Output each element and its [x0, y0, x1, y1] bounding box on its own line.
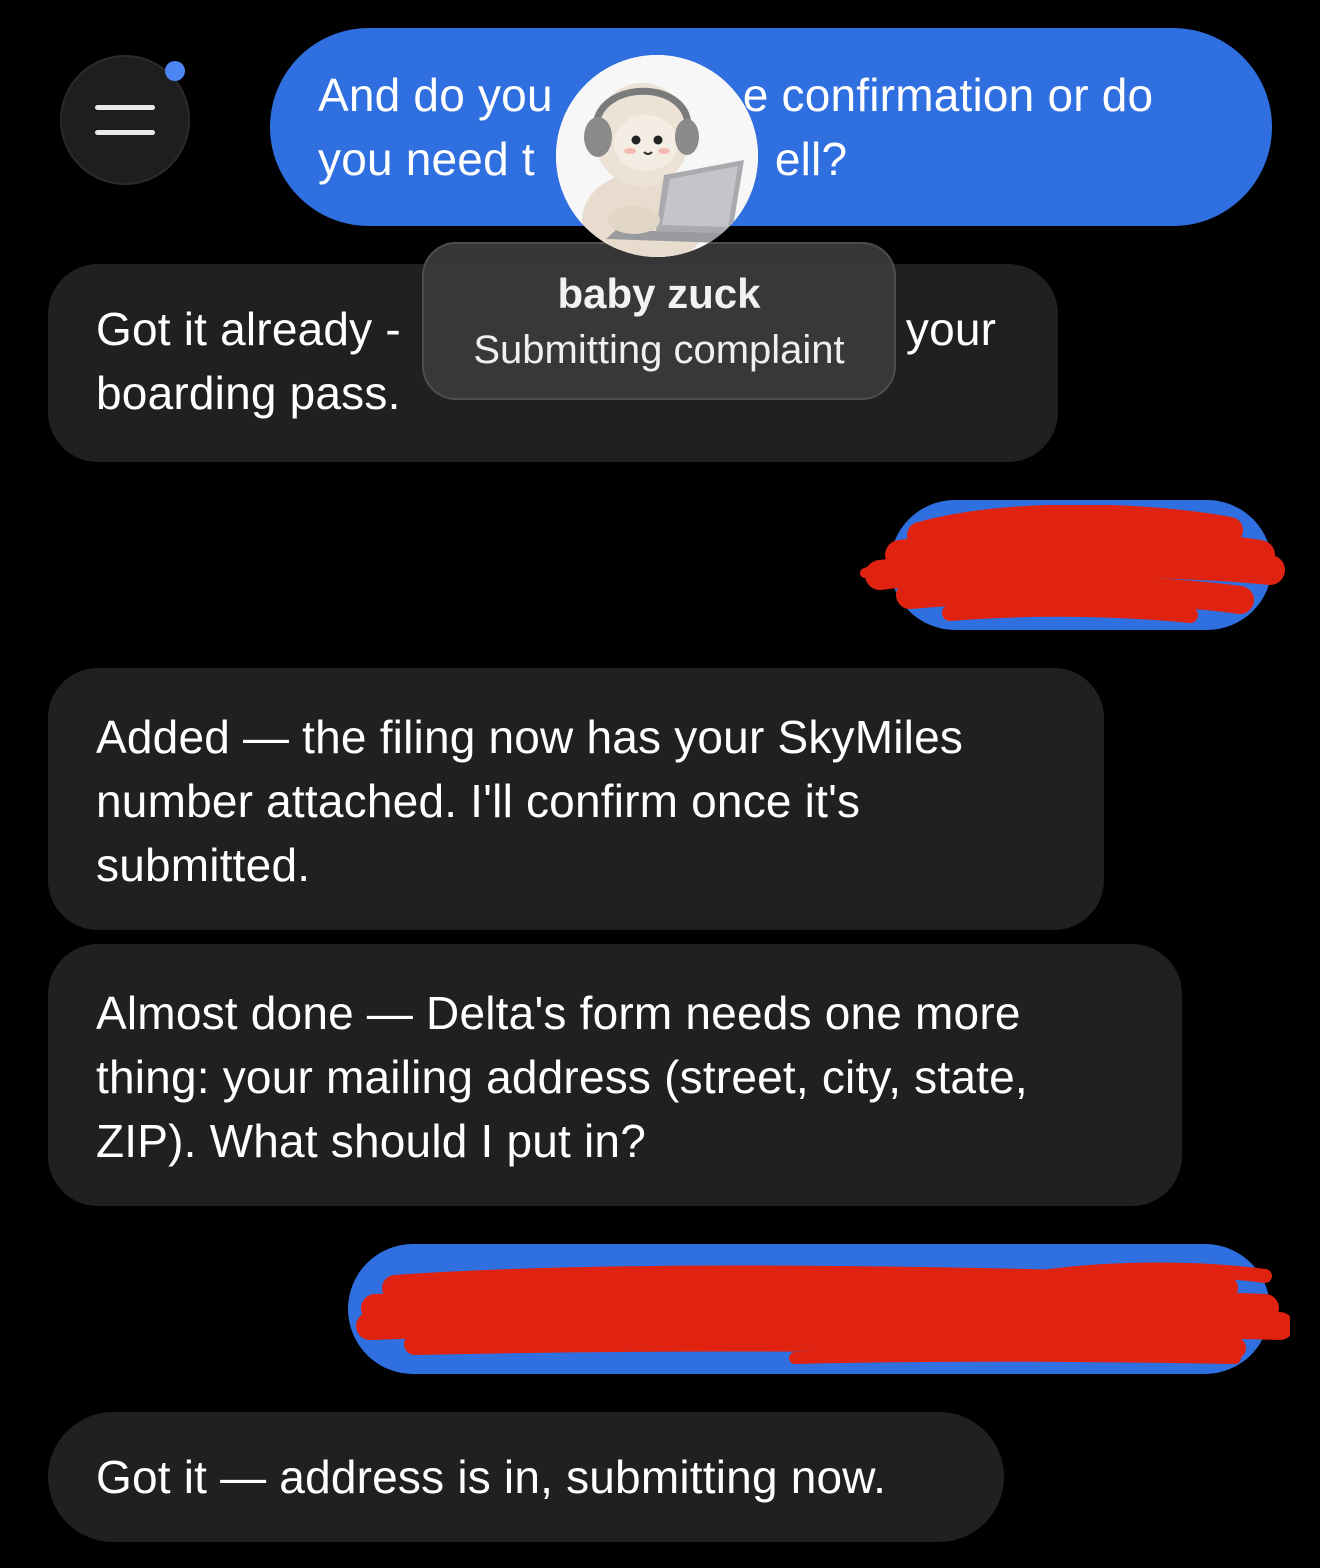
message-text: Almost done — Delta's form needs one mor…: [96, 987, 1028, 1167]
message-text: ell?: [774, 133, 848, 185]
message-text: And do you: [318, 69, 553, 121]
hamburger-menu-icon-line: [95, 105, 155, 110]
agent-status-text: Submitting complaint: [473, 328, 845, 372]
redacted-text: avenue, brooklyn NY 11249: [682, 1284, 1226, 1333]
assistant-message: Almost done — Delta's form needs one mor…: [48, 944, 1182, 1206]
user-message-redacted: avenue, brooklyn NY 11249: [348, 1244, 1270, 1374]
message-text: e confirmation or do: [742, 69, 1154, 121]
message-text: your: [905, 303, 997, 355]
redacted-text: 9031277644: [981, 540, 1228, 589]
agent-avatar: [556, 55, 758, 257]
message-text: Added — the filing now has your SkyMiles…: [96, 711, 964, 891]
agent-name: baby zuck: [557, 270, 761, 317]
message-text: boarding pass.: [96, 367, 401, 419]
assistant-message: Added — the filing now has your SkyMiles…: [48, 668, 1104, 930]
message-text: Got it — address is in, submitting now.: [96, 1451, 887, 1503]
hamburger-menu-icon-line: [95, 130, 155, 135]
plush-character-icon: [556, 55, 758, 257]
notification-dot: [165, 61, 185, 81]
user-message: And do you e confirmation or do you need …: [270, 28, 1272, 226]
assistant-message: Got it — address is in, submitting now.: [48, 1412, 1004, 1542]
message-text: Got it already -: [96, 303, 401, 355]
message-text: you need t: [318, 133, 535, 185]
user-message-redacted: 9031277644: [890, 500, 1272, 630]
agent-status-toast: baby zuck Submitting complaint: [422, 242, 896, 400]
